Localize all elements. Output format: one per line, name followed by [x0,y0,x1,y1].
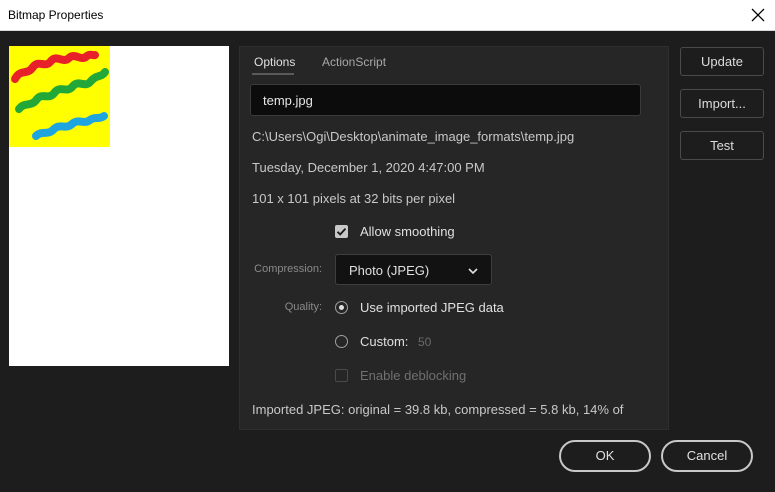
custom-quality-value[interactable]: 50 [418,335,431,349]
allow-smoothing-label[interactable]: Allow smoothing [360,224,455,239]
close-icon[interactable] [750,7,766,23]
compression-summary: Imported JPEG: original = 39.8 kb, compr… [252,402,624,417]
allow-smoothing-checkbox[interactable] [335,225,348,238]
active-tab-indicator [252,73,294,75]
custom-quality-label[interactable]: Custom: [360,334,408,349]
tab-options[interactable]: Options [254,55,295,69]
import-button[interactable]: Import... [680,89,764,118]
enable-deblocking-label: Enable deblocking [360,368,467,383]
ok-button[interactable]: OK [559,440,651,472]
chevron-down-icon [468,268,478,275]
cancel-button[interactable]: Cancel [661,440,753,472]
window-title: Bitmap Properties [8,8,104,22]
compression-value: Photo (JPEG) [349,263,430,278]
file-date: Tuesday, December 1, 2020 4:47:00 PM [252,160,485,175]
use-imported-jpeg-label[interactable]: Use imported JPEG data [360,300,504,315]
file-path: C:\Users\Ogi\Desktop\animate_image_forma… [252,129,575,144]
compression-label: Compression: [254,263,322,275]
tab-actionscript[interactable]: ActionScript [322,55,386,69]
quality-label: Quality: [284,301,322,313]
enable-deblocking-checkbox[interactable] [335,369,348,382]
custom-quality-radio[interactable] [335,335,348,348]
properties-panel: Options ActionScript C:\Users\Ogi\Deskto… [239,46,669,430]
preview-image [9,46,110,147]
image-dimensions: 101 x 101 pixels at 32 bits per pixel [252,191,456,206]
compression-select[interactable]: Photo (JPEG) [335,254,492,285]
bitmap-name-input[interactable] [250,84,641,116]
bitmap-preview [9,46,229,366]
test-button[interactable]: Test [680,131,764,160]
title-bar: Bitmap Properties [0,0,775,31]
checkmark-icon [336,227,347,236]
update-button[interactable]: Update [680,47,764,76]
use-imported-jpeg-radio[interactable] [335,301,348,314]
